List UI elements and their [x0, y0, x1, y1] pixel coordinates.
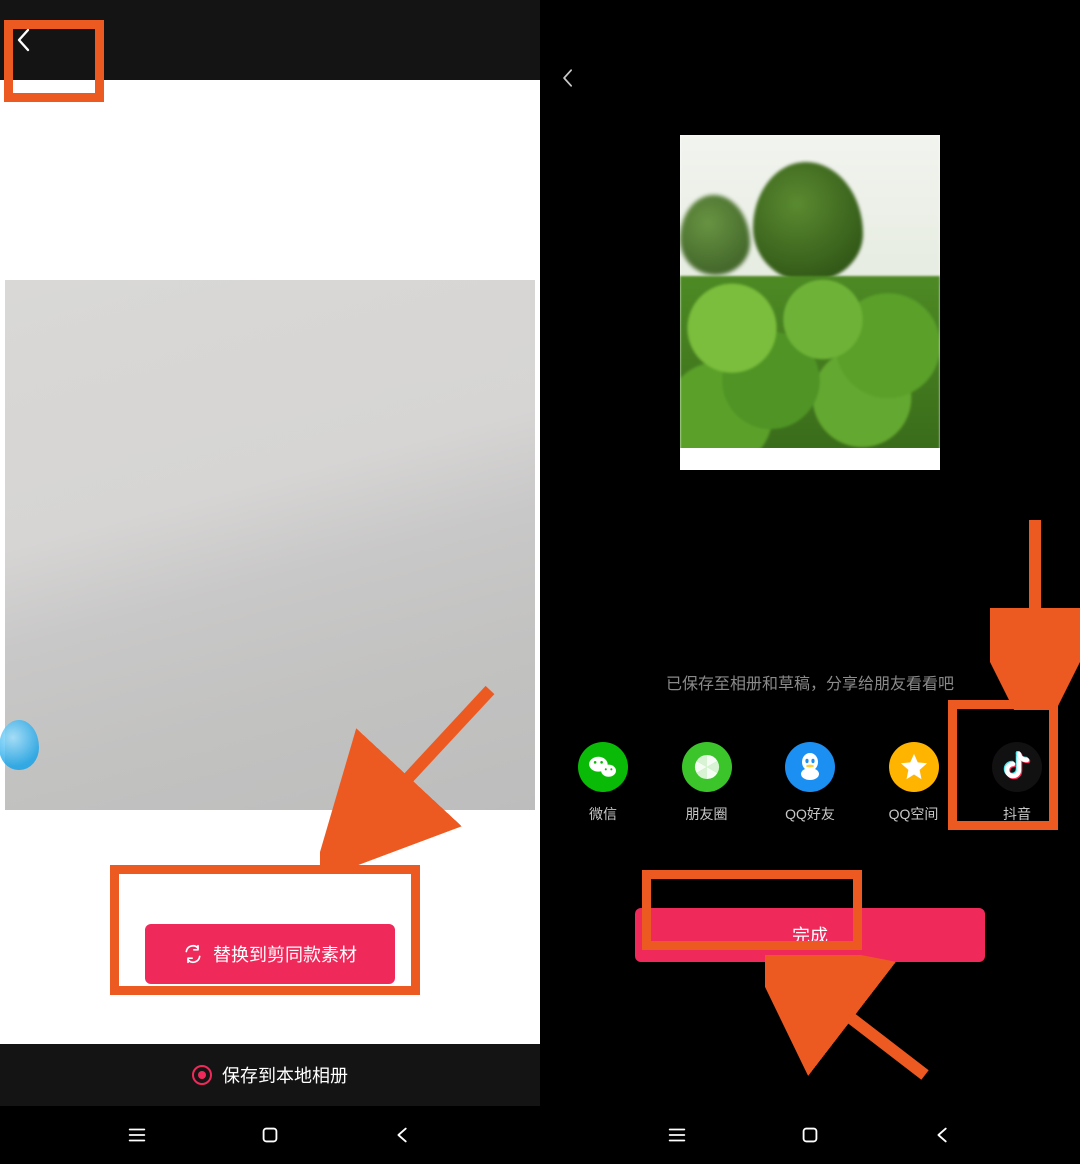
qq-icon [785, 742, 835, 792]
moments-icon [682, 742, 732, 792]
share-label: QQ好友 [785, 804, 835, 824]
share-qq[interactable]: QQ好友 [775, 742, 845, 824]
nav-recent-icon[interactable] [666, 1124, 688, 1146]
exported-video-preview[interactable] [680, 135, 940, 470]
record-dot-icon [192, 1065, 212, 1085]
right-back-row [540, 60, 1080, 100]
share-label: 朋友圈 [686, 804, 728, 824]
share-qzone[interactable]: QQ空间 [879, 742, 949, 824]
replace-template-button[interactable]: 替换到剪同款素材 [145, 924, 395, 984]
nav-back-icon[interactable] [932, 1124, 954, 1146]
status-bar-placeholder [540, 0, 1080, 60]
left-phone-screen: 替换到剪同款素材 保存到本地相册 [0, 0, 540, 1164]
back-icon[interactable] [14, 26, 34, 54]
right-phone-screen: 已保存至相册和草稿，分享给朋友看看吧 微信 [540, 0, 1080, 1164]
share-label: 抖音 [1003, 804, 1031, 824]
douyin-icon [992, 742, 1042, 792]
nav-recent-icon[interactable] [126, 1124, 148, 1146]
wechat-icon [578, 742, 628, 792]
share-douyin[interactable]: 抖音 [982, 742, 1052, 824]
share-label: 微信 [589, 804, 617, 824]
left-top-bar [0, 0, 540, 80]
spacer [540, 962, 1080, 1106]
replace-button-label: 替换到剪同款素材 [213, 941, 357, 967]
android-navbar-right [540, 1106, 1080, 1164]
preview-caption-strip [680, 448, 940, 470]
save-to-album-bar[interactable]: 保存到本地相册 [0, 1044, 540, 1106]
preview-foliage [680, 276, 940, 450]
share-row: 微信 朋友圈 [540, 742, 1080, 824]
spacer [0, 80, 540, 280]
nav-back-icon[interactable] [392, 1124, 414, 1146]
nav-home-icon[interactable] [799, 1124, 821, 1146]
qzone-icon [889, 742, 939, 792]
back-icon[interactable] [560, 67, 576, 94]
replace-icon [183, 944, 203, 964]
share-moments[interactable]: 朋友圈 [672, 742, 742, 824]
save-label: 保存到本地相册 [222, 1062, 348, 1088]
share-wechat[interactable]: 微信 [568, 742, 638, 824]
done-button-label: 完成 [792, 922, 828, 948]
share-label: QQ空间 [889, 804, 939, 824]
balloon-decoration [0, 720, 39, 770]
left-bottom-panel: 替换到剪同款素材 [0, 810, 540, 1044]
left-media-preview[interactable] [5, 280, 535, 810]
done-button[interactable]: 完成 [635, 908, 985, 962]
nav-home-icon[interactable] [259, 1124, 281, 1146]
android-navbar-left [0, 1106, 540, 1164]
saved-hint-text: 已保存至相册和草稿，分享给朋友看看吧 [540, 670, 1080, 694]
